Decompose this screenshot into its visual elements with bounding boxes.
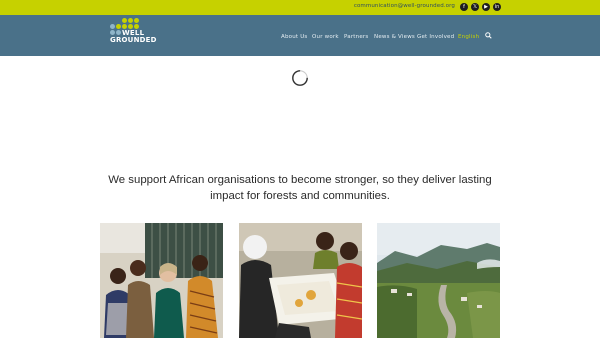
linkedin-icon[interactable]: in [493, 3, 501, 11]
search-icon[interactable] [485, 32, 492, 39]
nav-partners[interactable]: Partners [344, 34, 368, 40]
site-logo[interactable]: WELL GROUNDED [108, 18, 160, 54]
photo-forest-landscape[interactable] [377, 223, 500, 338]
nav-get-involved[interactable]: Get Involved [417, 34, 454, 40]
nav-language-english[interactable]: English [458, 34, 479, 40]
logo-word-grounded: GROUNDED [110, 36, 157, 44]
loading-spinner-icon [292, 70, 308, 86]
nav-our-work[interactable]: Our work [312, 34, 339, 40]
mission-tagline: We support African organisations to beco… [108, 174, 492, 202]
photo-group-of-women[interactable] [100, 223, 223, 338]
youtube-icon[interactable]: ▶ [482, 3, 490, 11]
site-header: WELL GROUNDED About Us Our work Partners… [0, 15, 600, 56]
photo-workshop-table[interactable] [239, 223, 362, 338]
nav-about-us[interactable]: About Us [281, 34, 308, 40]
x-twitter-icon[interactable]: 𝕏 [471, 3, 479, 11]
facebook-icon[interactable]: f [460, 3, 468, 11]
nav-news-views[interactable]: News & Views [374, 34, 415, 40]
top-bar: communication@well-grounded.org f 𝕏 ▶ in [0, 0, 600, 15]
contact-email-link[interactable]: communication@well-grounded.org [354, 3, 455, 9]
